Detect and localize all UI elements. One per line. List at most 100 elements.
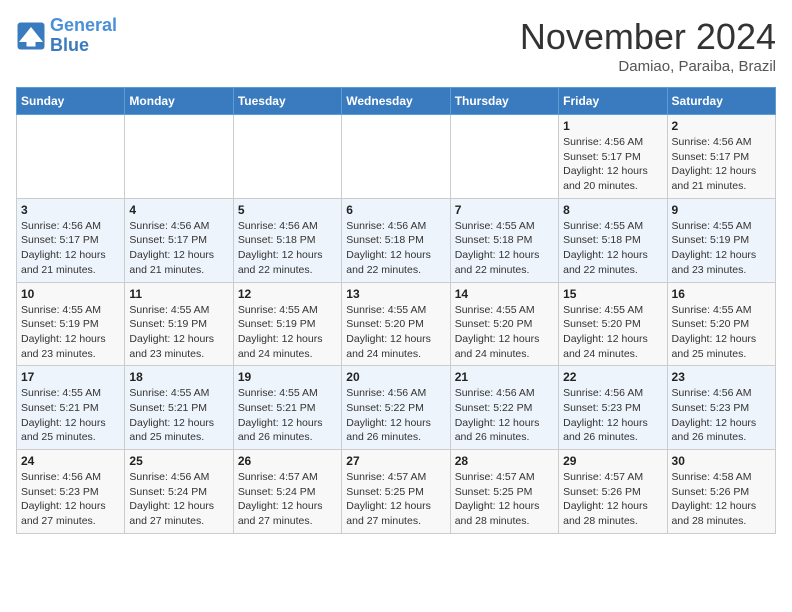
- calendar-cell: [450, 115, 558, 199]
- calendar-cell: 8 Sunrise: 4:55 AM Sunset: 5:18 PM Daylig…: [559, 198, 667, 282]
- calendar-cell: [342, 115, 450, 199]
- weekday-header: Thursday: [450, 88, 558, 115]
- calendar-week-row: 1 Sunrise: 4:56 AM Sunset: 5:17 PM Daylig…: [17, 115, 776, 199]
- day-info: Sunrise: 4:55 AM Sunset: 5:20 PM Dayligh…: [672, 303, 771, 362]
- day-info: Sunrise: 4:56 AM Sunset: 5:22 PM Dayligh…: [346, 386, 445, 445]
- day-number: 18: [129, 370, 228, 384]
- calendar-cell: 27 Sunrise: 4:57 AM Sunset: 5:25 PM Dayli…: [342, 450, 450, 534]
- day-number: 15: [563, 287, 662, 301]
- header-row: SundayMondayTuesdayWednesdayThursdayFrid…: [17, 88, 776, 115]
- day-number: 24: [21, 454, 120, 468]
- day-number: 6: [346, 203, 445, 217]
- calendar-cell: [233, 115, 341, 199]
- day-info: Sunrise: 4:57 AM Sunset: 5:24 PM Dayligh…: [238, 470, 337, 529]
- calendar-header: SundayMondayTuesdayWednesdayThursdayFrid…: [17, 88, 776, 115]
- calendar-cell: 23Sunrise: 4:56 AM Sunset: 5:23 PM Dayli…: [667, 366, 775, 450]
- calendar-table: SundayMondayTuesdayWednesdayThursdayFrid…: [16, 87, 776, 534]
- calendar-cell: 29 Sunrise: 4:57 AM Sunset: 5:26 PM Dayli…: [559, 450, 667, 534]
- weekday-header: Saturday: [667, 88, 775, 115]
- day-info: Sunrise: 4:55 AM Sunset: 5:21 PM Dayligh…: [21, 386, 120, 445]
- calendar-cell: 15 Sunrise: 4:55 AM Sunset: 5:20 PM Dayli…: [559, 282, 667, 366]
- calendar-cell: 2 Sunrise: 4:56 AM Sunset: 5:17 PM Daylig…: [667, 115, 775, 199]
- calendar-cell: 13 Sunrise: 4:55 AM Sunset: 5:20 PM Dayli…: [342, 282, 450, 366]
- calendar-cell: 25Sunrise: 4:56 AM Sunset: 5:24 PM Dayli…: [125, 450, 233, 534]
- day-info: Sunrise: 4:58 AM Sunset: 5:26 PM Dayligh…: [672, 470, 771, 529]
- logo-icon: [16, 21, 46, 51]
- calendar-cell: 12 Sunrise: 4:55 AM Sunset: 5:19 PM Dayli…: [233, 282, 341, 366]
- calendar-week-row: 24 Sunrise: 4:56 AM Sunset: 5:23 PM Dayli…: [17, 450, 776, 534]
- day-info: Sunrise: 4:56 AM Sunset: 5:22 PM Dayligh…: [455, 386, 554, 445]
- calendar-cell: 5Sunrise: 4:56 AM Sunset: 5:18 PM Daylig…: [233, 198, 341, 282]
- calendar-cell: 18 Sunrise: 4:55 AM Sunset: 5:21 PM Dayli…: [125, 366, 233, 450]
- day-info: Sunrise: 4:57 AM Sunset: 5:25 PM Dayligh…: [455, 470, 554, 529]
- day-info: Sunrise: 4:55 AM Sunset: 5:20 PM Dayligh…: [346, 303, 445, 362]
- calendar-cell: 24 Sunrise: 4:56 AM Sunset: 5:23 PM Dayli…: [17, 450, 125, 534]
- day-info: Sunrise: 4:56 AM Sunset: 5:17 PM Dayligh…: [21, 219, 120, 278]
- day-info: Sunrise: 4:56 AM Sunset: 5:17 PM Dayligh…: [672, 135, 771, 194]
- day-number: 27: [346, 454, 445, 468]
- day-info: Sunrise: 4:57 AM Sunset: 5:26 PM Dayligh…: [563, 470, 662, 529]
- day-info: Sunrise: 4:56 AM Sunset: 5:23 PM Dayligh…: [21, 470, 120, 529]
- day-info: Sunrise: 4:56 AM Sunset: 5:17 PM Dayligh…: [563, 135, 662, 194]
- day-info: Sunrise: 4:55 AM Sunset: 5:19 PM Dayligh…: [238, 303, 337, 362]
- day-info: Sunrise: 4:55 AM Sunset: 5:21 PM Dayligh…: [129, 386, 228, 445]
- calendar-week-row: 3 Sunrise: 4:56 AM Sunset: 5:17 PM Daylig…: [17, 198, 776, 282]
- calendar-week-row: 17Sunrise: 4:55 AM Sunset: 5:21 PM Dayli…: [17, 366, 776, 450]
- day-number: 28: [455, 454, 554, 468]
- day-number: 19: [238, 370, 337, 384]
- weekday-header: Sunday: [17, 88, 125, 115]
- month-title: November 2024: [520, 16, 776, 58]
- weekday-header: Wednesday: [342, 88, 450, 115]
- day-number: 11: [129, 287, 228, 301]
- location: Damiao, Paraiba, Brazil: [520, 58, 776, 75]
- calendar-cell: 7 Sunrise: 4:55 AM Sunset: 5:18 PM Daylig…: [450, 198, 558, 282]
- calendar-cell: 22 Sunrise: 4:56 AM Sunset: 5:23 PM Dayli…: [559, 366, 667, 450]
- day-number: 14: [455, 287, 554, 301]
- day-number: 12: [238, 287, 337, 301]
- calendar-cell: [17, 115, 125, 199]
- calendar-cell: 21 Sunrise: 4:56 AM Sunset: 5:22 PM Dayli…: [450, 366, 558, 450]
- weekday-header: Friday: [559, 88, 667, 115]
- calendar-cell: 4Sunrise: 4:56 AM Sunset: 5:17 PM Daylig…: [125, 198, 233, 282]
- day-info: Sunrise: 4:55 AM Sunset: 5:19 PM Dayligh…: [672, 219, 771, 278]
- day-info: Sunrise: 4:57 AM Sunset: 5:25 PM Dayligh…: [346, 470, 445, 529]
- title-block: November 2024 Damiao, Paraiba, Brazil: [520, 16, 776, 75]
- day-number: 5: [238, 203, 337, 217]
- day-number: 22: [563, 370, 662, 384]
- day-number: 30: [672, 454, 771, 468]
- day-number: 2: [672, 119, 771, 133]
- day-number: 21: [455, 370, 554, 384]
- calendar-cell: 9 Sunrise: 4:55 AM Sunset: 5:19 PM Daylig…: [667, 198, 775, 282]
- day-info: Sunrise: 4:55 AM Sunset: 5:18 PM Dayligh…: [563, 219, 662, 278]
- day-number: 9: [672, 203, 771, 217]
- day-number: 29: [563, 454, 662, 468]
- day-number: 13: [346, 287, 445, 301]
- calendar-cell: 26 Sunrise: 4:57 AM Sunset: 5:24 PM Dayli…: [233, 450, 341, 534]
- calendar-cell: 1 Sunrise: 4:56 AM Sunset: 5:17 PM Daylig…: [559, 115, 667, 199]
- day-number: 10: [21, 287, 120, 301]
- day-number: 16: [672, 287, 771, 301]
- day-number: 1: [563, 119, 662, 133]
- calendar-cell: 17Sunrise: 4:55 AM Sunset: 5:21 PM Dayli…: [17, 366, 125, 450]
- day-info: Sunrise: 4:55 AM Sunset: 5:20 PM Dayligh…: [455, 303, 554, 362]
- calendar-cell: 6Sunrise: 4:56 AM Sunset: 5:18 PM Daylig…: [342, 198, 450, 282]
- logo: General Blue: [16, 16, 117, 56]
- day-number: 26: [238, 454, 337, 468]
- calendar-cell: 3 Sunrise: 4:56 AM Sunset: 5:17 PM Daylig…: [17, 198, 125, 282]
- calendar-cell: 20Sunrise: 4:56 AM Sunset: 5:22 PM Dayli…: [342, 366, 450, 450]
- day-info: Sunrise: 4:55 AM Sunset: 5:21 PM Dayligh…: [238, 386, 337, 445]
- day-info: Sunrise: 4:56 AM Sunset: 5:23 PM Dayligh…: [672, 386, 771, 445]
- day-number: 3: [21, 203, 120, 217]
- day-number: 7: [455, 203, 554, 217]
- calendar-cell: 19 Sunrise: 4:55 AM Sunset: 5:21 PM Dayli…: [233, 366, 341, 450]
- weekday-header: Tuesday: [233, 88, 341, 115]
- weekday-header: Monday: [125, 88, 233, 115]
- day-number: 8: [563, 203, 662, 217]
- calendar-body: 1 Sunrise: 4:56 AM Sunset: 5:17 PM Daylig…: [17, 115, 776, 534]
- day-number: 4: [129, 203, 228, 217]
- day-info: Sunrise: 4:56 AM Sunset: 5:23 PM Dayligh…: [563, 386, 662, 445]
- calendar-cell: 11Sunrise: 4:55 AM Sunset: 5:19 PM Dayli…: [125, 282, 233, 366]
- day-info: Sunrise: 4:55 AM Sunset: 5:18 PM Dayligh…: [455, 219, 554, 278]
- day-number: 25: [129, 454, 228, 468]
- day-info: Sunrise: 4:55 AM Sunset: 5:20 PM Dayligh…: [563, 303, 662, 362]
